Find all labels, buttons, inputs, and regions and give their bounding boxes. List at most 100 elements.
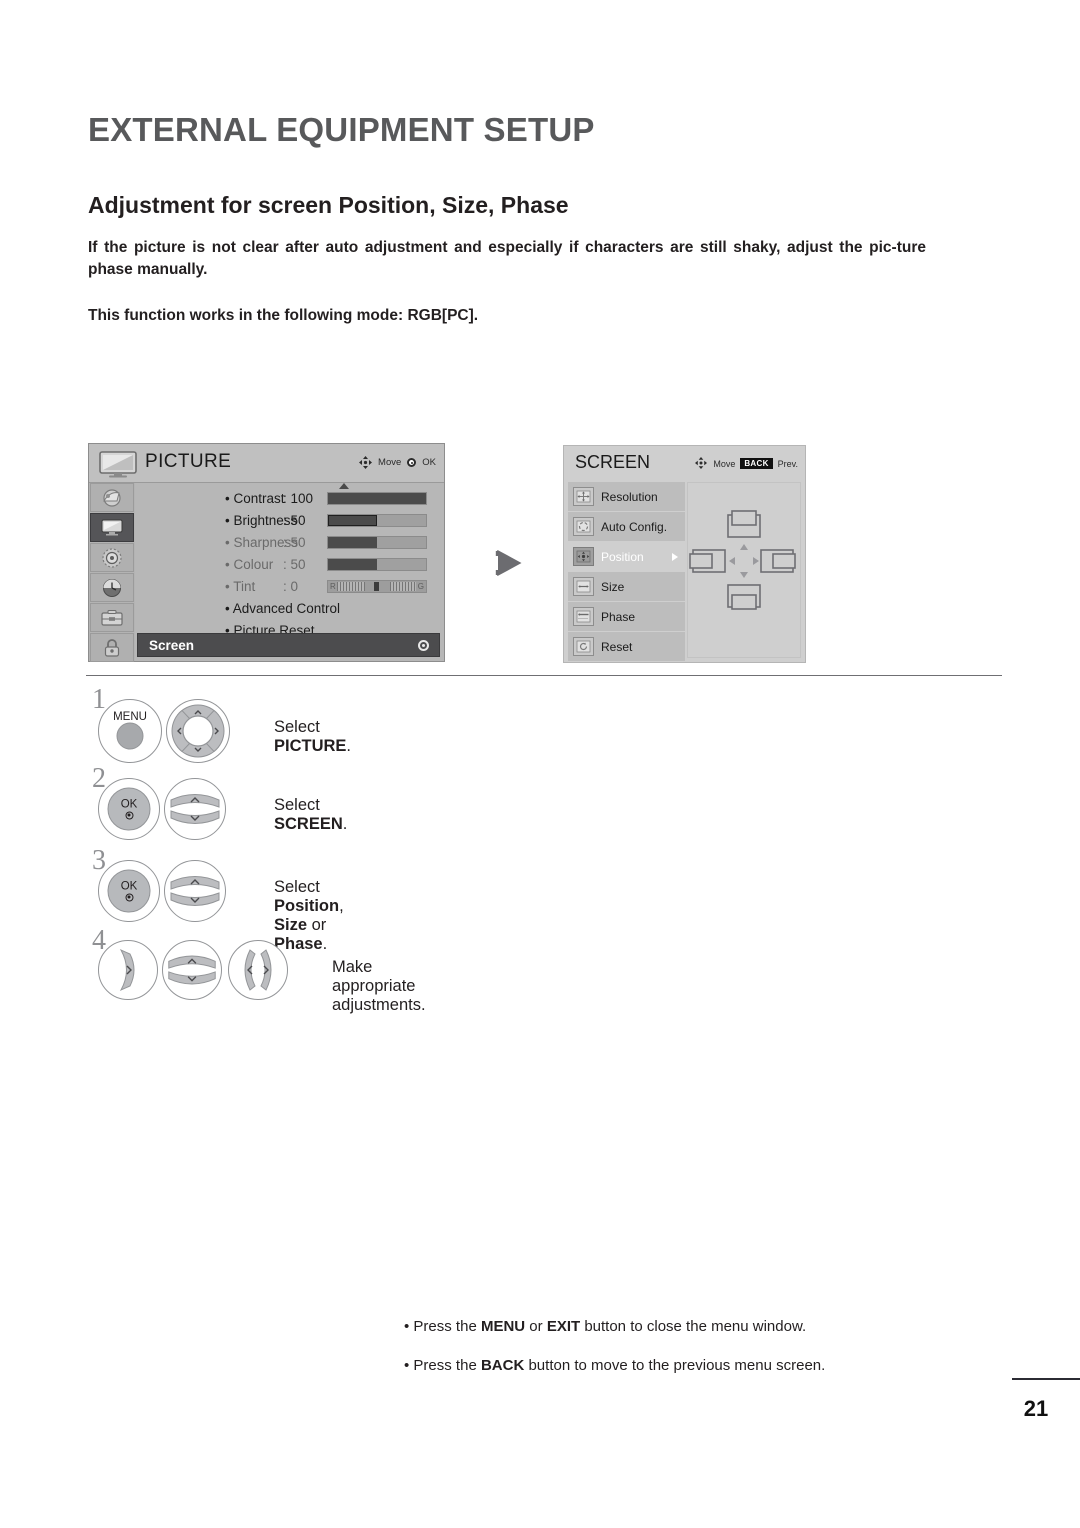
screen-menu-list: Resolution Auto Config. Position Size Ph… bbox=[568, 482, 685, 661]
size-icon bbox=[573, 577, 594, 596]
tint-knob[interactable] bbox=[374, 581, 379, 591]
brightness-slider[interactable] bbox=[327, 513, 427, 527]
menu-row-label: • Contrast bbox=[225, 490, 285, 506]
screen-osd-hints: Move BACK Prev. bbox=[695, 457, 798, 470]
screen-row-label: Screen bbox=[149, 637, 195, 653]
screen-item-label: Auto Config. bbox=[601, 519, 668, 534]
ok-button-label: OK bbox=[120, 880, 138, 892]
colour-slider[interactable] bbox=[327, 557, 427, 571]
picture-osd-icon-rail bbox=[89, 483, 135, 662]
note-1-menu: MENU bbox=[480, 1318, 526, 1335]
note-1-exit: EXIT bbox=[546, 1318, 581, 1335]
ok-button-label: OK bbox=[120, 798, 138, 810]
step-3-text-mid: , bbox=[339, 897, 344, 915]
menu-row-value: : 50 bbox=[283, 512, 306, 528]
section-divider bbox=[86, 675, 1002, 676]
up-down-button[interactable] bbox=[162, 940, 222, 1000]
screen-item-label: Reset bbox=[601, 639, 633, 654]
tint-left-label: R bbox=[330, 581, 336, 591]
screen-item-phase[interactable]: Phase bbox=[568, 602, 685, 631]
ok-button[interactable]: OK bbox=[98, 860, 160, 922]
chevron-right-icon bbox=[672, 552, 678, 561]
rail-item-time[interactable] bbox=[90, 573, 134, 602]
picture-osd-header: PICTURE Move OK bbox=[89, 444, 444, 483]
menu-button-label: MENU bbox=[113, 711, 147, 723]
intro-paragraph-2: This function works in the following mod… bbox=[88, 307, 479, 324]
left-right-button[interactable] bbox=[228, 940, 288, 1000]
menu-row-label: • Sharpness bbox=[225, 534, 299, 550]
menu-row-brightness[interactable]: • Brightness : 50 bbox=[135, 509, 440, 531]
rail-item-picture[interactable] bbox=[90, 513, 134, 542]
note-menu-exit: • Press the MENU or EXIT button to close… bbox=[404, 1318, 806, 1335]
screen-item-auto-config[interactable]: Auto Config. bbox=[568, 512, 685, 541]
note-2-back: BACK bbox=[480, 1357, 525, 1374]
screen-row-indicator-icon bbox=[418, 639, 429, 651]
step-2-text-pre: Select bbox=[274, 796, 320, 814]
picture-osd-hints: Move OK bbox=[359, 456, 436, 469]
screen-osd-title: SCREEN bbox=[575, 452, 651, 472]
step-3-text-mid2: or bbox=[307, 916, 327, 934]
menu-row-contrast[interactable]: • Contrast : 100 bbox=[135, 487, 440, 509]
screen-item-position[interactable]: Position bbox=[568, 542, 685, 571]
section-title: Adjustment for screen Position, Size, Ph… bbox=[88, 192, 569, 218]
menu-row-sharpness[interactable]: • Sharpness : 50 bbox=[135, 531, 440, 553]
note-2-pre: • Press the bbox=[404, 1357, 481, 1374]
note-1-mid: or bbox=[525, 1318, 547, 1335]
screen-osd-panel: SCREEN Move BACK Prev. Resolution Auto C… bbox=[563, 445, 806, 663]
menu-row-value: : 0 bbox=[283, 578, 299, 594]
menu-row-label: • Advanced Control bbox=[225, 600, 341, 616]
back-chip-label: BACK bbox=[740, 458, 773, 469]
picture-osd-body: • Contrast : 100 • Brightness : 50 • Sha… bbox=[135, 483, 444, 661]
picture-osd-title: PICTURE bbox=[145, 451, 232, 472]
ok-hint-label: OK bbox=[422, 457, 436, 468]
move-hint-label: Move bbox=[378, 457, 402, 468]
step-1-text-pre: Select bbox=[274, 718, 320, 736]
tint-slider[interactable]: R G bbox=[327, 579, 427, 593]
ok-button-dot-icon bbox=[125, 893, 133, 901]
menu-button[interactable]: MENU bbox=[98, 699, 162, 763]
tint-right-label: G bbox=[417, 581, 424, 591]
screen-item-size[interactable]: Size bbox=[568, 572, 685, 601]
picture-menu-list: • Contrast : 100 • Brightness : 50 • Sha… bbox=[135, 487, 440, 641]
menu-row-advanced-control[interactable]: • Advanced Control bbox=[135, 597, 440, 619]
page-title: EXTERNAL EQUIPMENT SETUP bbox=[88, 111, 595, 148]
prev-hint-label: Prev. bbox=[777, 458, 798, 469]
menu-row-screen-selected[interactable]: Screen bbox=[137, 633, 440, 657]
sharpness-slider[interactable] bbox=[327, 535, 427, 549]
ok-button-dot-icon bbox=[125, 811, 133, 819]
menu-row-label: • Tint bbox=[225, 578, 256, 594]
screen-item-reset[interactable]: Reset bbox=[568, 632, 685, 661]
ok-button-face: OK bbox=[107, 869, 151, 913]
menu-row-colour[interactable]: • Colour : 50 bbox=[135, 553, 440, 575]
step-2-text-tail: . bbox=[342, 815, 348, 833]
position-icon bbox=[573, 547, 594, 566]
rail-item-audio[interactable] bbox=[90, 543, 134, 572]
menu-row-label: • Brightness bbox=[225, 512, 298, 528]
screen-osd-header: SCREEN Move BACK Prev. bbox=[564, 446, 805, 482]
step-3-text-pre: Select bbox=[274, 878, 320, 896]
ok-button[interactable]: OK bbox=[98, 778, 160, 840]
move-icon bbox=[359, 456, 373, 469]
rail-item-setup[interactable] bbox=[90, 483, 134, 512]
picture-osd-panel: PICTURE Move OK • Contrast: 100 • Brigh… bbox=[88, 443, 445, 662]
note-2-post: button to move to the previous menu scre… bbox=[524, 1357, 826, 1374]
page-number: 21 bbox=[1023, 1396, 1049, 1421]
up-down-button[interactable] bbox=[164, 778, 226, 840]
note-1-post: button to close the menu window. bbox=[580, 1318, 807, 1335]
screen-item-label: Size bbox=[601, 579, 625, 594]
right-arrow-button[interactable] bbox=[98, 940, 158, 1000]
step-1-text-bold: PICTURE bbox=[274, 737, 347, 755]
move-icon bbox=[695, 457, 708, 470]
nav-wheel-button[interactable] bbox=[166, 699, 230, 763]
screen-item-resolution[interactable]: Resolution bbox=[568, 482, 685, 511]
move-hint-label: Move bbox=[713, 458, 736, 469]
reset-icon bbox=[573, 637, 594, 656]
rail-item-lock[interactable] bbox=[90, 633, 134, 662]
up-down-button[interactable] bbox=[164, 860, 226, 922]
menu-row-tint[interactable]: • Tint : 0 R G bbox=[135, 575, 440, 597]
rail-item-option[interactable] bbox=[90, 603, 134, 632]
contrast-slider[interactable] bbox=[327, 491, 427, 505]
intro-paragraph-1: If the picture is not clear after auto a… bbox=[88, 239, 926, 278]
auto-config-icon bbox=[573, 517, 594, 536]
step-1-text-tail: . bbox=[346, 737, 352, 755]
